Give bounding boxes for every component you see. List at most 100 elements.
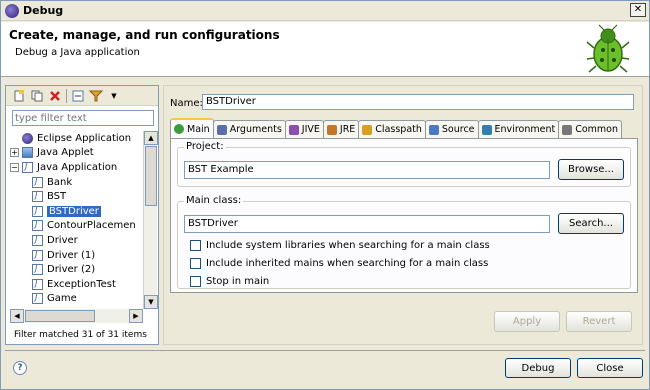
search-button[interactable]: Search... [558, 213, 624, 234]
tab-jre[interactable]: JRE [322, 120, 360, 138]
scroll-up-icon[interactable]: ▲ [144, 131, 158, 145]
tree-item[interactable]: − Java Application [10, 160, 144, 175]
tree-item[interactable]: Driver (2) [10, 262, 144, 277]
delete-configuration-button[interactable] [48, 89, 62, 103]
collapse-all-button[interactable] [71, 89, 85, 103]
name-label: Name: [170, 98, 203, 109]
title-bar: Debug ✕ [1, 1, 649, 21]
tree-item[interactable]: + Java Applet [10, 146, 144, 161]
java-app-icon [32, 278, 43, 290]
jre-tab-icon [326, 124, 337, 135]
tab-common[interactable]: Common [558, 120, 622, 138]
configuration-tree: Eclipse Application + Java Applet − Java App… [10, 131, 144, 309]
close-window-button[interactable]: ✕ [630, 3, 646, 17]
tree-item[interactable]: BST [10, 189, 144, 204]
banner-subheading: Debug a Java application [15, 47, 140, 58]
java-app-icon [32, 176, 43, 188]
checkbox-box[interactable] [190, 258, 201, 269]
tree-item[interactable]: Game [10, 292, 144, 307]
tab-arguments[interactable]: Arguments [212, 120, 286, 138]
name-field[interactable]: BSTDriver [202, 94, 634, 110]
main-tab-content: Project: BST Example Browse... Main clas… [170, 138, 638, 293]
tree-item-label: ContourPlacemen [47, 220, 136, 232]
filter-input[interactable] [12, 110, 154, 126]
revert-button[interactable]: Revert [566, 311, 632, 332]
checkbox-box[interactable] [190, 276, 201, 287]
environment-tab-icon [481, 124, 492, 135]
classpath-tab-icon [362, 124, 373, 135]
checkbox-box[interactable] [190, 240, 201, 251]
tab-label: JRE [339, 124, 356, 135]
eclipse-icon [5, 3, 19, 18]
vertical-scroll-thumb[interactable] [145, 146, 157, 206]
tree-item-label: BST [47, 191, 67, 203]
include-system-libraries-checkbox[interactable]: Include system libraries when searching … [190, 240, 490, 251]
tab-label: JIVE [301, 124, 320, 135]
tab-label: Common [575, 124, 618, 135]
tree-item[interactable]: Driver (1) [10, 248, 144, 263]
tab-environment[interactable]: Environment [477, 120, 560, 138]
jive-tab-icon [288, 124, 299, 135]
java-app-icon [32, 293, 43, 305]
horizontal-scroll-thumb[interactable] [25, 310, 95, 322]
eclipse-icon [22, 132, 33, 144]
tree-horizontal-scrollbar[interactable]: ◀ ▶ [10, 309, 143, 323]
tree-item[interactable]: BSTDriver [10, 204, 144, 219]
scroll-right-icon[interactable]: ▶ [129, 309, 143, 323]
tab-label: Main [187, 123, 210, 135]
java-app-icon [32, 205, 43, 217]
tree-item[interactable]: ExceptionTest [10, 277, 144, 292]
project-field[interactable]: BST Example [184, 161, 550, 179]
help-icon[interactable]: ? [13, 361, 27, 375]
delete-icon [50, 90, 60, 101]
collapse-icon[interactable]: − [10, 162, 19, 172]
tree-item[interactable]: Driver [10, 233, 144, 248]
scroll-left-icon[interactable]: ◀ [10, 309, 24, 323]
window-title: Debug [23, 4, 64, 17]
main-tab-icon [174, 124, 184, 134]
duplicate-configuration-button[interactable] [30, 89, 44, 103]
tree-item[interactable]: Bank [10, 175, 144, 190]
tree-item-label: Driver (2) [47, 264, 96, 276]
new-configuration-button[interactable] [12, 89, 26, 103]
checkbox-label: Stop in main [206, 276, 270, 287]
tree-item[interactable]: ContourPlacemen [10, 219, 144, 234]
apply-button[interactable]: Apply [494, 311, 560, 332]
filter-icon [89, 90, 103, 101]
filter-configurations-button[interactable] [89, 89, 103, 103]
project-group-title: Project: [184, 141, 226, 152]
close-button[interactable]: Close [577, 358, 643, 378]
java-app-icon [22, 161, 33, 173]
checkbox-label: Include inherited mains when searching f… [206, 258, 489, 269]
stop-in-main-checkbox[interactable]: Stop in main [190, 276, 269, 287]
project-group: Project: BST Example Browse... [177, 141, 631, 187]
tree-item-label: Eclipse Application [37, 132, 132, 144]
tree-item-label: Driver (1) [47, 249, 96, 261]
java-app-icon [32, 234, 43, 246]
debug-button[interactable]: Debug [505, 358, 571, 378]
java-app-icon [32, 249, 43, 261]
tab-label: Classpath [375, 124, 422, 135]
tree-vertical-scrollbar[interactable]: ▲ ▼ [143, 131, 158, 309]
tree-item-label: BSTDriver [47, 205, 101, 217]
main-class-group-title: Main class: [184, 195, 244, 206]
tree-item[interactable]: Eclipse Application [10, 131, 144, 146]
tab-classpath[interactable]: Classpath [358, 120, 426, 138]
tab-jive[interactable]: JIVE [284, 120, 324, 138]
configuration-tabs: Main Arguments JIVE JRE Classpath Source Envir… [170, 118, 638, 138]
banner-heading: Create, manage, and run configurations [9, 28, 280, 42]
source-tab-icon [428, 124, 439, 135]
include-inherited-mains-checkbox[interactable]: Include inherited mains when searching f… [190, 258, 488, 269]
configurations-toolbar: ▼ [6, 86, 158, 106]
tab-source[interactable]: Source [424, 120, 479, 138]
scroll-down-icon[interactable]: ▼ [144, 295, 158, 309]
main-class-field[interactable]: BSTDriver [184, 215, 550, 233]
tab-main[interactable]: Main [170, 118, 214, 138]
tree-item-label: Java Applet [37, 147, 94, 159]
checkbox-label: Include system libraries when searching … [206, 240, 490, 251]
filter-menu-dropdown[interactable]: ▼ [107, 89, 121, 103]
browse-button[interactable]: Browse... [558, 159, 624, 180]
expand-icon[interactable]: + [10, 148, 19, 158]
copy-icon [31, 90, 43, 101]
debug-bug-icon [586, 24, 630, 73]
